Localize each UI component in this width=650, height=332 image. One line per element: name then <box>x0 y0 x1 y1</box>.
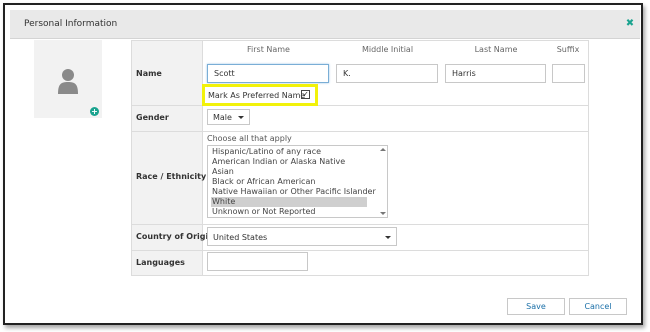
row-divider <box>132 224 588 225</box>
last-name-input[interactable]: Harris <box>445 64 546 83</box>
suffix-header: Suffix <box>556 45 580 54</box>
first-name-header: First Name <box>247 45 290 54</box>
dialog-titlebar: Personal Information ✖ <box>10 10 640 39</box>
gender-value: Male <box>213 113 232 122</box>
middle-initial-input[interactable]: K. <box>336 64 438 83</box>
preferred-name-label: Mark As Preferred Name <box>208 91 306 100</box>
race-listbox[interactable]: Hispanic/Latino of any race American Ind… <box>207 145 388 218</box>
gender-select[interactable]: Male <box>207 109 250 125</box>
race-option[interactable]: Asian <box>211 167 367 177</box>
add-photo-icon[interactable]: + <box>90 107 99 116</box>
gender-label: Gender <box>136 113 169 122</box>
row-divider <box>132 131 588 132</box>
listbox-scrollbar[interactable] <box>379 146 387 217</box>
row-divider <box>132 250 588 251</box>
country-label: Country of Origin <box>136 232 214 241</box>
race-option[interactable]: American Indian or Alaska Native <box>211 157 367 167</box>
race-option[interactable]: Unknown or Not Reported <box>211 207 367 217</box>
country-select[interactable]: United States <box>207 227 397 246</box>
avatar[interactable]: + <box>34 40 102 118</box>
country-value: United States <box>213 233 268 242</box>
race-hint: Choose all that apply <box>207 134 292 143</box>
race-option[interactable]: Hispanic/Latino of any race <box>211 147 367 157</box>
dialog-title: Personal Information <box>24 19 118 29</box>
languages-input[interactable] <box>207 252 308 271</box>
name-label: Name <box>136 69 162 78</box>
last-name-header: Last Name <box>474 45 518 54</box>
race-label: Race / Ethnicity <box>136 172 207 181</box>
race-option-selected[interactable]: White <box>211 197 367 207</box>
preferred-name-checkbox[interactable]: ✓ <box>301 90 310 99</box>
cancel-button[interactable]: Cancel <box>569 298 627 315</box>
middle-initial-header: Middle Initial <box>361 45 414 54</box>
first-name-input[interactable]: Scott <box>207 64 329 83</box>
scroll-down-icon[interactable] <box>380 212 386 215</box>
chevron-down-icon <box>238 116 244 119</box>
suffix-input[interactable] <box>552 64 585 83</box>
save-button[interactable]: Save <box>507 298 565 315</box>
person-icon <box>58 69 78 94</box>
race-option[interactable]: Black or African American <box>211 177 367 187</box>
preferred-name-highlight: Mark As Preferred Name ✓ <box>202 84 318 106</box>
race-option[interactable]: Native Hawaiian or Other Pacific Islande… <box>211 187 376 197</box>
scroll-up-icon[interactable] <box>380 148 386 151</box>
close-icon[interactable]: ✖ <box>625 19 635 29</box>
languages-label: Languages <box>136 258 185 267</box>
chevron-down-icon <box>385 236 391 239</box>
row-divider <box>132 105 588 106</box>
